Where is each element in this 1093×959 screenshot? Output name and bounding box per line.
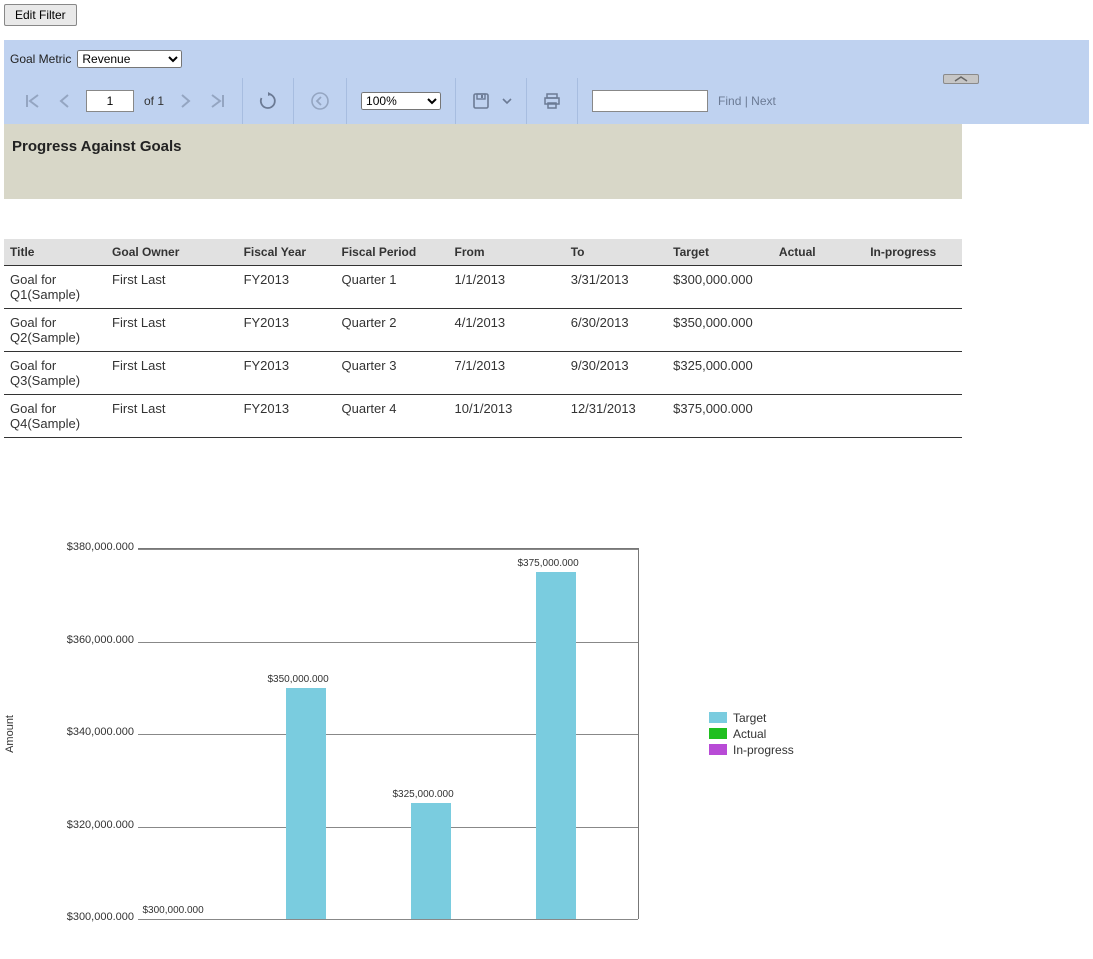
legend-swatch: [709, 744, 727, 755]
table-header: From: [449, 239, 565, 266]
chart-y-tick: $380,000.000: [67, 541, 134, 553]
print-button[interactable]: [541, 90, 563, 112]
page-number-input[interactable]: [86, 90, 134, 112]
table-header: To: [565, 239, 667, 266]
table-header: Actual: [773, 239, 864, 266]
refresh-button[interactable]: [257, 90, 279, 112]
goal-metric-label: Goal Metric: [10, 52, 71, 66]
table-header: Fiscal Year: [238, 239, 336, 266]
legend-swatch: [709, 712, 727, 723]
chart-y-tick: $300,000.000: [67, 911, 134, 923]
next-page-button[interactable]: [174, 90, 196, 112]
legend-swatch: [709, 728, 727, 739]
chart-y-axis-label: Amount: [4, 715, 16, 753]
back-button[interactable]: [308, 89, 332, 113]
chart-bar: [536, 572, 576, 919]
chart-bar-label: $325,000.000: [393, 789, 454, 800]
edit-filter-button[interactable]: Edit Filter: [4, 4, 77, 26]
chart-bar: [286, 688, 326, 919]
table-row: Goal for Q1(Sample)First LastFY2013Quart…: [4, 266, 962, 309]
chevron-down-icon[interactable]: [502, 94, 512, 109]
first-page-button[interactable]: [22, 90, 44, 112]
chart-bar: [411, 803, 451, 919]
chart-bar-label: $350,000.000: [268, 674, 329, 685]
goals-chart: Amount $380,000.000$360,000.000$340,000.…: [4, 548, 964, 919]
table-row: Goal for Q3(Sample)First LastFY2013Quart…: [4, 352, 962, 395]
legend-item: In-progress: [709, 743, 794, 757]
legend-item: Target: [709, 711, 794, 725]
goals-table: TitleGoal OwnerFiscal YearFiscal PeriodF…: [4, 239, 962, 438]
page-of-label: of 1: [144, 94, 164, 108]
last-page-button[interactable]: [206, 90, 228, 112]
save-button[interactable]: [470, 90, 492, 112]
table-header: Target: [667, 239, 773, 266]
table-row: Goal for Q2(Sample)First LastFY2013Quart…: [4, 309, 962, 352]
table-header: Fiscal Period: [336, 239, 449, 266]
report-title: Progress Against Goals: [4, 124, 962, 199]
find-next-link[interactable]: Find | Next: [718, 94, 776, 108]
chart-bar-label: $375,000.000: [518, 558, 579, 569]
parameter-bar: Goal Metric Revenue: [4, 40, 1089, 78]
table-header: Title: [4, 239, 106, 266]
zoom-select[interactable]: 100%: [361, 92, 441, 110]
chart-y-tick: $340,000.000: [67, 726, 134, 738]
prev-page-button[interactable]: [54, 90, 76, 112]
chart-legend: Target Actual In-progress: [709, 709, 794, 759]
chart-y-tick: $320,000.000: [67, 819, 134, 831]
goal-metric-select[interactable]: Revenue: [77, 50, 182, 68]
find-input[interactable]: [592, 90, 708, 112]
legend-item: Actual: [709, 727, 794, 741]
table-row: Goal for Q4(Sample)First LastFY2013Quart…: [4, 395, 962, 438]
splitter-collapse-icon[interactable]: [943, 74, 979, 84]
chart-bar-label: $300,000.000: [143, 905, 204, 916]
table-header: In-progress: [864, 239, 962, 266]
chart-y-tick: $360,000.000: [67, 634, 134, 646]
table-header: Goal Owner: [106, 239, 238, 266]
report-toolbar: of 1 100% Find | Next: [4, 78, 1089, 124]
